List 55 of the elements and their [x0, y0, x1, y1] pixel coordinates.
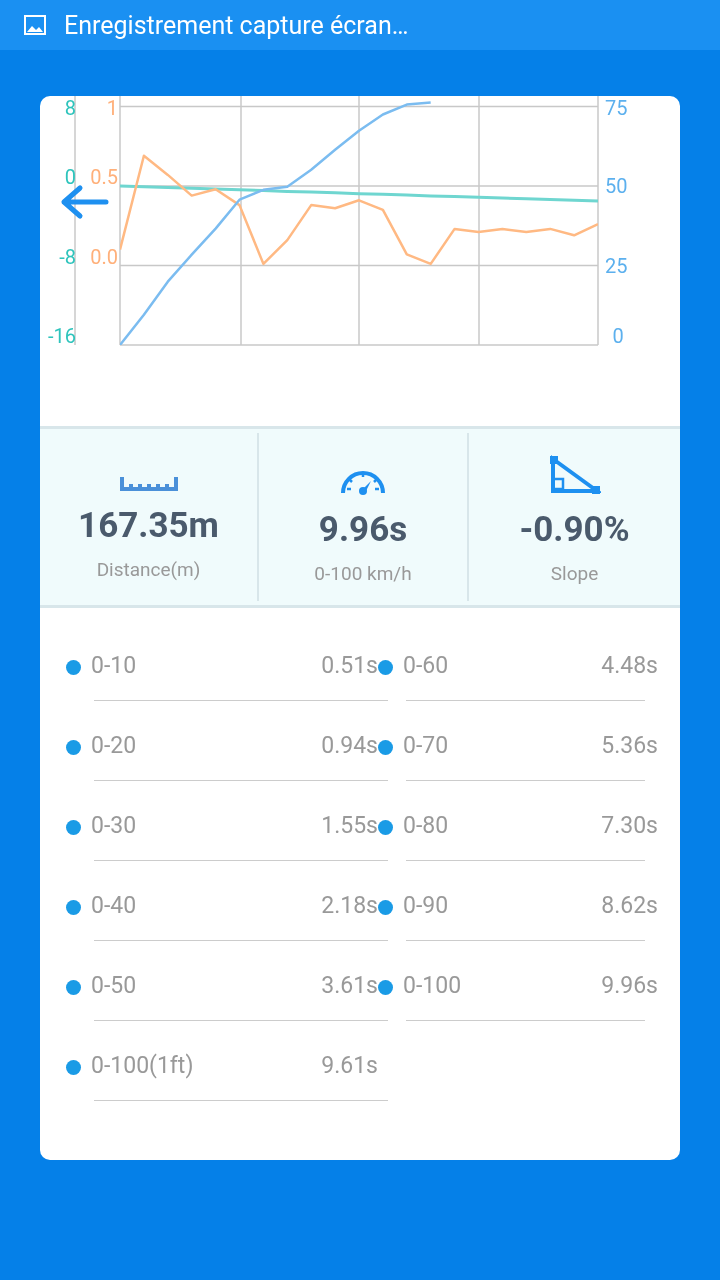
split-label: 0-80: [403, 811, 450, 839]
stat-label: Slope: [550, 562, 599, 585]
image-icon: [24, 15, 46, 35]
split-time: 2.18s: [321, 891, 378, 919]
axis-label: -16: [48, 324, 76, 348]
back-arrow-icon[interactable]: [61, 185, 109, 219]
stat-label: Distance(m): [96, 558, 201, 581]
split-label: 0-60: [403, 651, 450, 679]
slope-icon: [548, 455, 601, 495]
split-time: 5.36s: [601, 731, 658, 759]
split-time: 8.62s: [601, 891, 658, 919]
split-time: 7.30s: [601, 811, 658, 839]
axis-label: 0: [64, 165, 76, 189]
split-label: 0-90: [403, 891, 450, 919]
ruler-icon: [119, 475, 178, 491]
split-time: 0.94s: [321, 731, 378, 759]
axis-label: 0: [612, 324, 624, 348]
bullet-icon: [378, 979, 393, 995]
split-time: 4.48s: [601, 651, 658, 679]
stat-value: 167.35m: [78, 505, 219, 546]
split-label: 0-100(1ft): [91, 1051, 195, 1079]
bullet-icon: [66, 979, 81, 995]
axis-label: 25: [605, 253, 628, 278]
split-label: 0-100: [403, 971, 463, 999]
bullet-icon: [378, 899, 393, 915]
axis-label: 0.5: [90, 165, 118, 189]
bullet-icon: [378, 819, 393, 835]
split-time: 9.96s: [601, 971, 658, 999]
axis-label: 75: [605, 96, 628, 120]
axis-label: -8: [59, 245, 76, 269]
split-label: 0-50: [91, 971, 138, 999]
axis-label: 50: [605, 174, 628, 199]
bullet-icon: [66, 739, 81, 755]
bullet-icon: [378, 659, 393, 675]
stat-value: 9.96s: [318, 509, 408, 550]
split-label: 0-70: [403, 731, 450, 759]
split-time: 0.51s: [321, 651, 378, 679]
stat-value: -0.90%: [519, 509, 630, 550]
split-time: 3.61s: [321, 971, 378, 999]
split-label: 0-10: [91, 651, 138, 679]
axis-label: 8: [64, 96, 76, 120]
split-label: 0-30: [91, 811, 138, 839]
split-label: 0-40: [91, 891, 138, 919]
stat-label: 0-100 km/h: [314, 562, 412, 585]
split-label: 0-20: [91, 731, 138, 759]
bullet-icon: [66, 899, 81, 915]
split-time: 1.55s: [321, 811, 378, 839]
axis-label: 0.0: [90, 245, 118, 269]
split-time: 9.61s: [321, 1051, 378, 1079]
bullet-icon: [378, 739, 393, 755]
axis-label: 1: [106, 96, 118, 120]
bullet-icon: [66, 819, 81, 835]
notification-title: Enregistrement capture écran…: [64, 10, 409, 40]
bullet-icon: [66, 659, 81, 675]
bullet-icon: [66, 1059, 81, 1075]
